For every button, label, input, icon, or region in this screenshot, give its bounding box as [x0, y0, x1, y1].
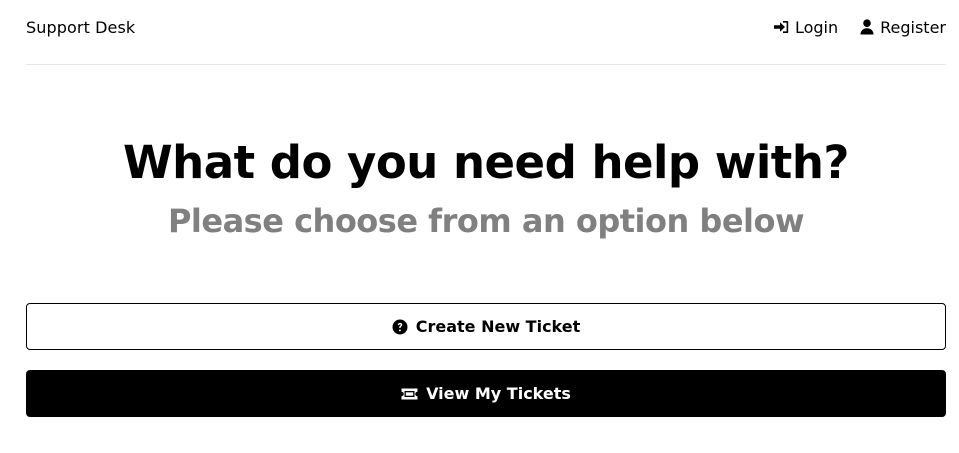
logo-link[interactable]: Support Desk: [26, 18, 135, 37]
page-container: Support Desk Login Register What do you …: [26, 0, 946, 417]
view-tickets-label: View My Tickets: [426, 384, 571, 403]
create-ticket-button[interactable]: Create New Ticket: [26, 303, 946, 350]
create-ticket-label: Create New Ticket: [415, 317, 581, 336]
sign-in-icon: [773, 20, 789, 34]
view-tickets-button[interactable]: View My Tickets: [26, 370, 946, 417]
page-title: What do you need help with?: [123, 136, 849, 189]
login-link[interactable]: Login: [773, 18, 838, 37]
nav-menu: Login Register: [773, 18, 946, 37]
register-link[interactable]: Register: [860, 18, 946, 37]
page-subtitle: Please choose from an option below: [167, 202, 805, 240]
ticket-icon: [401, 388, 418, 400]
question-circle-icon: [392, 319, 408, 335]
hero-section: What do you need help with? Please choos…: [26, 135, 946, 241]
user-icon: [860, 19, 874, 35]
header: Support Desk Login Register: [26, 0, 946, 65]
login-label: Login: [794, 17, 839, 37]
register-label: Register: [880, 17, 946, 37]
